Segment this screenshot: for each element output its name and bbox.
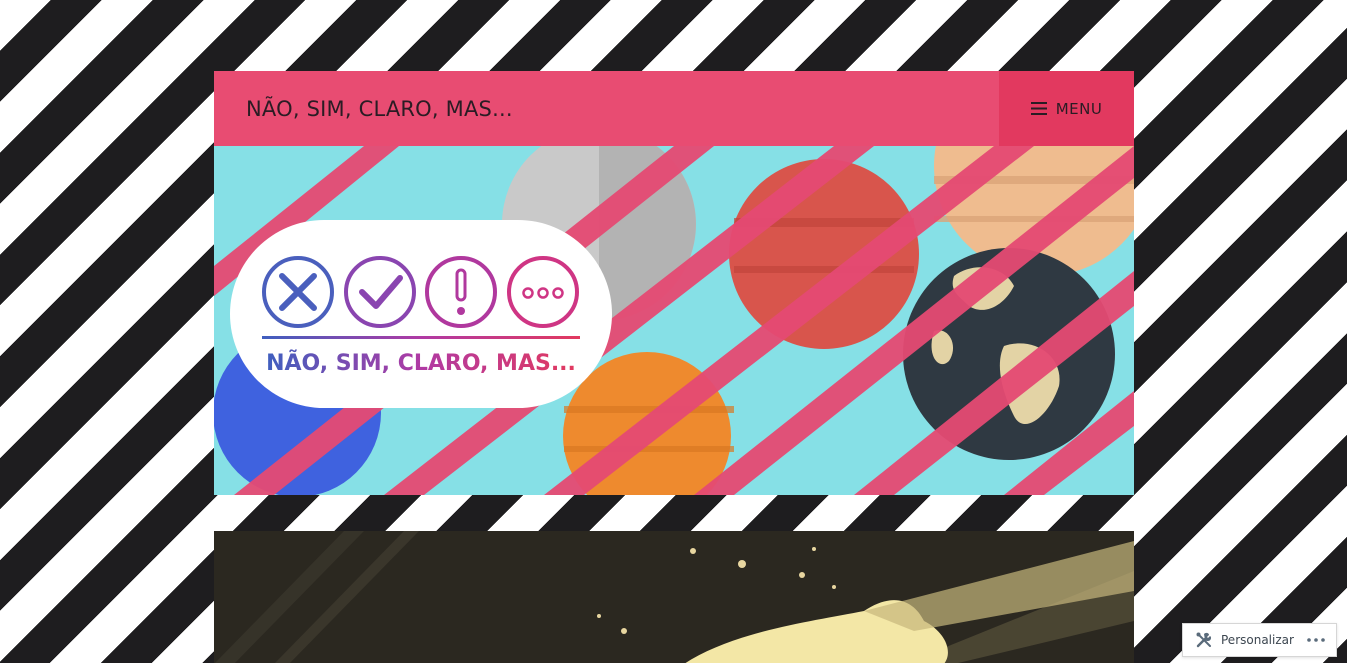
menu-toggle-button[interactable]: MENU	[999, 71, 1134, 146]
site-title-link[interactable]: NÃO, SIM, CLARO, MAS...	[246, 97, 513, 121]
customize-button[interactable]: Personalizar	[1183, 631, 1294, 649]
customize-label: Personalizar	[1221, 633, 1294, 647]
customizer-bar: Personalizar	[1182, 623, 1337, 657]
site-header: NÃO, SIM, CLARO, MAS... MENU NÃO, SIM, C…	[214, 71, 1134, 495]
content-gap	[214, 495, 1134, 531]
site-logo: NÃO, SIM, CLARO, MAS...	[230, 220, 612, 408]
featured-illustration	[214, 531, 1134, 663]
hamburger-icon	[1030, 102, 1047, 115]
tools-icon	[1196, 632, 1212, 648]
logo-wordmark: NÃO, SIM, CLARO, MAS...	[266, 350, 576, 376]
featured-image[interactable]	[214, 531, 1134, 663]
header-bar: NÃO, SIM, CLARO, MAS... MENU	[214, 71, 1134, 146]
header-image-link[interactable]: NÃO, SIM, CLARO, MAS...	[214, 146, 1134, 495]
page-column: NÃO, SIM, CLARO, MAS... MENU NÃO, SIM, C…	[214, 71, 1134, 663]
menu-label: MENU	[1055, 99, 1103, 118]
planet-earth	[903, 248, 1115, 460]
more-options-button[interactable]	[1306, 630, 1326, 650]
header-illustration: NÃO, SIM, CLARO, MAS...	[214, 146, 1134, 495]
more-dots-icon	[1307, 638, 1325, 642]
